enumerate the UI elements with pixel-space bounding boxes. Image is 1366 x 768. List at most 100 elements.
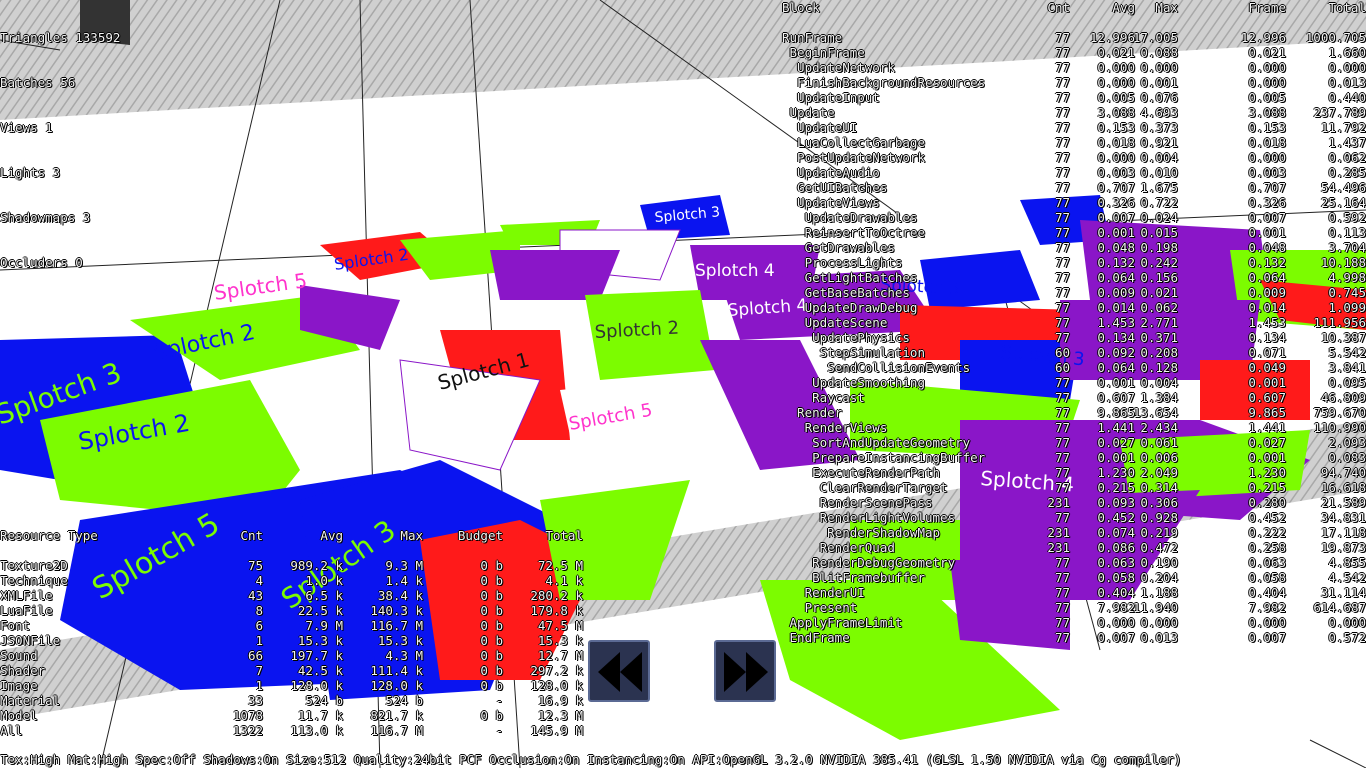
profiler-max: 2.434 bbox=[1140, 420, 1178, 435]
profiler-cnt: 77 bbox=[1054, 375, 1070, 390]
resource-row: Material 33 524 b 524 b - 16.9 k bbox=[0, 693, 600, 708]
profiler-total: 94.740 bbox=[1320, 465, 1366, 480]
profiler-total: 110.990 bbox=[1313, 420, 1366, 435]
resource-avg: 22.5 k bbox=[297, 603, 343, 618]
rewind-icon bbox=[598, 652, 642, 692]
resource-max: 140.3 k bbox=[370, 603, 423, 618]
profiler-max: 0.198 bbox=[1140, 240, 1178, 255]
profiler-block-name: GetDrawables bbox=[782, 240, 895, 255]
profiler-avg: 0.001 bbox=[1097, 375, 1135, 390]
profiler-frame: 0.607 bbox=[1248, 390, 1286, 405]
profiler-block-name: UpdateScene bbox=[782, 315, 888, 330]
profiler-max: 0.208 bbox=[1140, 345, 1178, 360]
profiler-frame: 7.982 bbox=[1248, 600, 1286, 615]
resource-avg: 197.7 k bbox=[290, 648, 343, 663]
profiler-total: 10.188 bbox=[1320, 255, 1366, 270]
resource-header-budget: Budget bbox=[457, 528, 503, 543]
resource-max: 128.0 k bbox=[370, 678, 423, 693]
profiler-max: 0.088 bbox=[1140, 45, 1178, 60]
profiler-cnt: 77 bbox=[1054, 150, 1070, 165]
profiler-max: 0.472 bbox=[1140, 540, 1178, 555]
profiler-total: 1.099 bbox=[1328, 300, 1366, 315]
profiler-total: 614.687 bbox=[1313, 600, 1366, 615]
profiler-max: 0.062 bbox=[1140, 300, 1178, 315]
resource-avg: 6.5 k bbox=[305, 588, 343, 603]
resource-header-cnt: Cnt bbox=[240, 528, 263, 543]
profiler-block-name: ReinsertToOctree bbox=[782, 225, 925, 240]
profiler-total: 3.841 bbox=[1328, 360, 1366, 375]
profiler-block-name: UpdateDrawables bbox=[782, 210, 918, 225]
resource-total: 16.9 k bbox=[537, 693, 583, 708]
fast-forward-icon bbox=[724, 652, 768, 692]
profiler-frame: 0.001 bbox=[1248, 225, 1286, 240]
profiler-block-name: LuaCollectGarbage bbox=[782, 135, 925, 150]
profiler-max: 0.314 bbox=[1140, 480, 1178, 495]
profiler-avg: 0.093 bbox=[1097, 495, 1135, 510]
profiler-block-name: UpdateDrawDebug bbox=[782, 300, 918, 315]
next-button[interactable] bbox=[714, 640, 776, 702]
profiler-frame: 0.058 bbox=[1248, 570, 1286, 585]
previous-button[interactable] bbox=[588, 640, 650, 702]
resource-cnt: 1 bbox=[255, 678, 263, 693]
profiler-frame: 0.064 bbox=[1248, 270, 1286, 285]
profiler-avg: 0.027 bbox=[1097, 435, 1135, 450]
profiler-frame: 0.003 bbox=[1248, 165, 1286, 180]
resource-budget: 0 b bbox=[480, 678, 503, 693]
resource-total: 12.7 M bbox=[537, 648, 583, 663]
profiler-header-avg: Avg bbox=[1112, 0, 1135, 15]
profiler-block-name: ProcessLights bbox=[782, 255, 903, 270]
profiler-cnt: 77 bbox=[1054, 420, 1070, 435]
profiler-frame: 0.027 bbox=[1248, 435, 1286, 450]
profiler-header-frame: Frame bbox=[1248, 0, 1286, 15]
profiler-block-name: UpdateInput bbox=[782, 90, 880, 105]
resource-type: Material bbox=[0, 693, 61, 708]
resource-total: 145.9 M bbox=[530, 723, 583, 738]
resource-max: 9.3 M bbox=[385, 558, 423, 573]
profiler-avg: 0.132 bbox=[1097, 255, 1135, 270]
profiler-max: 1.675 bbox=[1140, 180, 1178, 195]
profiler-cnt: 77 bbox=[1054, 330, 1070, 345]
profiler-frame: 0.153 bbox=[1248, 120, 1286, 135]
profiler-avg: 0.452 bbox=[1097, 510, 1135, 525]
profiler-cnt: 77 bbox=[1054, 105, 1070, 120]
resource-avg: 11.7 k bbox=[297, 708, 343, 723]
profiler-block-name: RenderUI bbox=[782, 585, 865, 600]
profiler-cnt: 60 bbox=[1054, 360, 1070, 375]
resource-budget: - bbox=[495, 693, 503, 708]
resource-cnt: 8 bbox=[255, 603, 263, 618]
resource-avg: 15.3 k bbox=[297, 633, 343, 648]
profiler-avg: 7.982 bbox=[1097, 600, 1135, 615]
profiler-block-name: PrepareInstancingBuffer bbox=[782, 450, 986, 465]
profiler-total: 0.062 bbox=[1328, 150, 1366, 165]
profiler-cnt: 77 bbox=[1054, 180, 1070, 195]
profiler-avg: 0.048 bbox=[1097, 240, 1135, 255]
resource-max: 1.4 k bbox=[385, 573, 423, 588]
profiler-cnt: 77 bbox=[1054, 165, 1070, 180]
profiler-cnt: 231 bbox=[1047, 540, 1070, 555]
profiler-max: 0.076 bbox=[1140, 90, 1178, 105]
resource-row: Shader 7 42.5 k 111.4 k 0 b 297.2 k bbox=[0, 663, 600, 678]
profiler-frame: 0.048 bbox=[1248, 240, 1286, 255]
profiler-avg: 1.453 bbox=[1097, 315, 1135, 330]
profiler-frame: 0.005 bbox=[1248, 90, 1286, 105]
profiler-avg: 0.007 bbox=[1097, 210, 1135, 225]
profiler-max: 0.006 bbox=[1140, 450, 1178, 465]
profiler-cnt: 77 bbox=[1054, 255, 1070, 270]
profiler-total: 46.809 bbox=[1320, 390, 1366, 405]
profiler-block-name: ApplyFrameLimit bbox=[782, 615, 903, 630]
profiler-block-name: FinishBackgroundResources bbox=[782, 75, 986, 90]
profiler-avg: 0.092 bbox=[1097, 345, 1135, 360]
profiler-block-name: RenderDebugGeometry bbox=[782, 555, 956, 570]
profiler-max: 0.219 bbox=[1140, 525, 1178, 540]
resource-cnt: 43 bbox=[247, 588, 263, 603]
profiler-max: 1.384 bbox=[1140, 390, 1178, 405]
profiler-frame: 0.000 bbox=[1248, 75, 1286, 90]
profiler-total: 3.704 bbox=[1328, 240, 1366, 255]
profiler-total: 0.745 bbox=[1328, 285, 1366, 300]
profiler-avg: 0.005 bbox=[1097, 90, 1135, 105]
profiler-frame: 0.009 bbox=[1248, 285, 1286, 300]
resource-row: All 1322 113.0 k 116.7 M - 145.9 M bbox=[0, 723, 600, 738]
profiler-max: 0.013 bbox=[1140, 630, 1178, 645]
profiler-frame: 0.222 bbox=[1248, 525, 1286, 540]
profiler-frame: 0.215 bbox=[1248, 480, 1286, 495]
